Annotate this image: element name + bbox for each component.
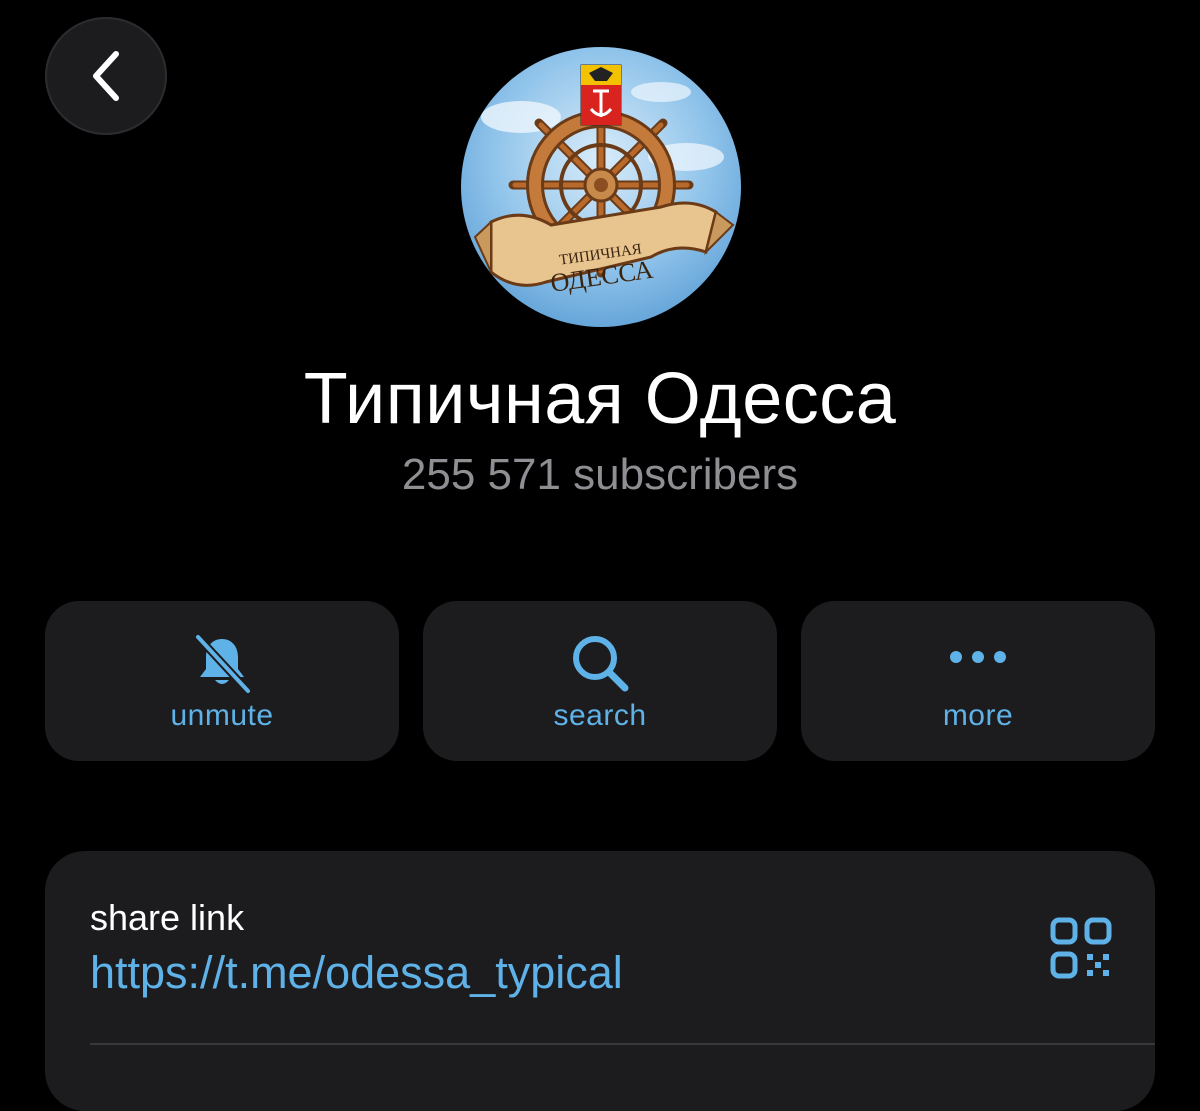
divider [90, 1043, 1155, 1045]
ellipsis-icon [950, 651, 1006, 663]
subscriber-count: 255 571 subscribers [401, 450, 799, 499]
search-button[interactable]: search [423, 601, 777, 761]
bell-slash-icon [194, 633, 252, 695]
qr-code-icon[interactable] [1050, 917, 1112, 979]
unmute-label: unmute [170, 699, 274, 732]
share-link-url[interactable]: https://t.me/odessa_typical [90, 947, 623, 999]
channel-avatar[interactable]: ТИПИЧНАЯ ОДЕССА [461, 47, 741, 327]
ship-wheel-logo: ТИПИЧНАЯ ОДЕССА [461, 47, 741, 327]
share-link-label: share link [90, 897, 245, 938]
more-label: more [942, 699, 1014, 732]
channel-title: Типичная Одесса [303, 359, 897, 439]
back-button[interactable] [45, 17, 167, 135]
more-button[interactable]: more [801, 601, 1155, 761]
search-label: search [553, 699, 647, 732]
magnifier-icon [573, 636, 629, 692]
info-card: share link https://t.me/odessa_typical [45, 851, 1155, 1111]
chevron-left-icon [93, 51, 119, 101]
unmute-button[interactable]: unmute [45, 601, 399, 761]
